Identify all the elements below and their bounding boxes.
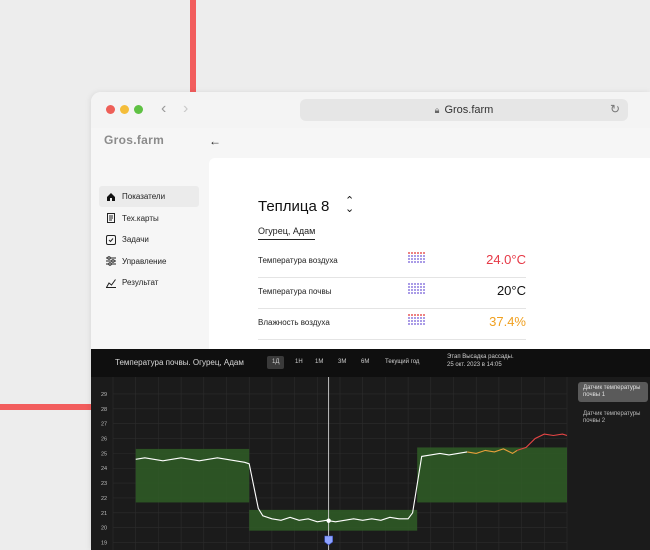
sparkline-icon (408, 252, 425, 263)
y-tick-label: 28 (101, 407, 107, 413)
close-window-button[interactable] (106, 105, 115, 114)
metric-value: 24.0°C (486, 252, 526, 267)
home-icon (105, 191, 116, 202)
decorative-line-vertical (190, 0, 196, 92)
stage-name: Этап Высадка рассады. (447, 354, 514, 360)
sensor-1-button[interactable]: Датчик температуры почвы 1 (578, 382, 648, 402)
sidebar-item-label: Тех.карты (122, 213, 159, 223)
metric-row[interactable]: Температура почвы 20°C (258, 278, 526, 309)
target-range-band (249, 509, 418, 531)
chart-icon (105, 277, 116, 288)
maximize-window-button[interactable] (134, 105, 143, 114)
y-tick-label: 24 (101, 466, 107, 472)
y-tick-label: 26 (101, 437, 107, 443)
sidebar: Показатели Тех.карты Задачи Управление Р… (99, 186, 199, 294)
timeframe-1w-button[interactable]: 1Н (290, 356, 308, 369)
sidebar-item-label: Показатели (122, 192, 166, 201)
chart-panel-header: Температура почвы. Огурец, Адам 1Д 1Н 1М… (91, 349, 650, 377)
decorative-line-horizontal (0, 404, 92, 410)
sidebar-item-indicators[interactable]: Показатели (99, 186, 199, 207)
document-icon (105, 213, 116, 224)
sliders-icon (105, 256, 116, 267)
sidebar-item-label: Управление (122, 256, 167, 266)
url-text: Gros.farm (444, 104, 494, 116)
sidebar-item-management[interactable]: Управление (99, 251, 199, 272)
sparkline-icon (408, 283, 425, 294)
y-tick-label: 27 (101, 422, 107, 428)
y-tick-label: 21 (101, 511, 107, 517)
reload-icon[interactable]: ↻ (610, 102, 620, 116)
metric-row[interactable]: Влажность воздуха 37.4% (258, 309, 526, 340)
target-range-band (417, 447, 567, 503)
y-tick-label: 22 (101, 496, 107, 502)
sidebar-item-label: Результат (122, 278, 159, 287)
sidebar-item-tech-cards[interactable]: Тех.карты (99, 208, 199, 229)
y-tick-label: 25 (101, 451, 107, 457)
greenhouse-title: Теплица 8 (258, 198, 330, 215)
metric-value: 20°C (496, 283, 526, 298)
metric-label: Температура воздуха (258, 256, 338, 265)
timeframe-3m-button[interactable]: 3М (333, 356, 351, 369)
chart-panel: Температура почвы. Огурец, Адам 1Д 1Н 1М… (91, 349, 650, 550)
metric-row[interactable]: Температура воздуха 24.0°C (258, 247, 526, 278)
y-tick-label: 20 (101, 526, 107, 532)
stage-info: Этап Высадка рассады. 25 окт. 2023 в 14:… (447, 353, 514, 369)
stage-date: 25 окт. 2023 в 14:05 (447, 362, 502, 368)
y-tick-label: 29 (101, 392, 107, 398)
crop-selector[interactable]: Огурец, Адам (258, 226, 316, 240)
timeframe-6m-button[interactable]: 6М (356, 356, 374, 369)
minimize-window-button[interactable] (120, 105, 129, 114)
y-tick-label: 19 (101, 541, 107, 547)
target-range-band (135, 448, 250, 503)
task-icon (105, 234, 116, 245)
sidebar-item-result[interactable]: Результат (99, 272, 199, 293)
chart-panel-title: Температура почвы. Огурец, Адам (115, 358, 244, 367)
greenhouse-switch-icon[interactable]: ⌃ ⌄ (345, 196, 354, 215)
cursor-handle-icon (324, 535, 333, 546)
y-tick-label: 23 (101, 481, 107, 487)
metric-label: Температура почвы (258, 287, 332, 296)
lock-icon: 🔒︎ (434, 104, 440, 115)
sidebar-item-tasks[interactable]: Задачи (99, 229, 199, 250)
address-bar[interactable]: 🔒︎ Gros.farm ↻ (300, 99, 628, 121)
soil-temperature-chart[interactable]: 29 28 27 26 25 24 23 22 21 20 19 (91, 377, 573, 550)
timeframe-1d-button[interactable]: 1Д (267, 356, 285, 369)
timeframe-year-button[interactable]: Текущий год (380, 356, 424, 369)
cursor-point (326, 518, 331, 523)
metric-value: 37.4% (489, 314, 526, 329)
back-arrow-icon[interactable]: ← (209, 134, 221, 148)
app-logo[interactable]: Gros.farm (104, 133, 164, 147)
timeframe-1m-button[interactable]: 1М (310, 356, 328, 369)
sensor-2-button[interactable]: Датчик температуры почвы 2 (578, 408, 648, 428)
browser-forward-icon[interactable]: › (183, 100, 188, 118)
metric-label: Влажность воздуха (258, 318, 330, 327)
sidebar-item-label: Задачи (122, 235, 149, 244)
browser-toolbar: ‹ › 🔒︎ Gros.farm ↻ (91, 92, 650, 128)
browser-back-icon[interactable]: ‹ (161, 100, 166, 118)
sparkline-icon (408, 314, 425, 325)
